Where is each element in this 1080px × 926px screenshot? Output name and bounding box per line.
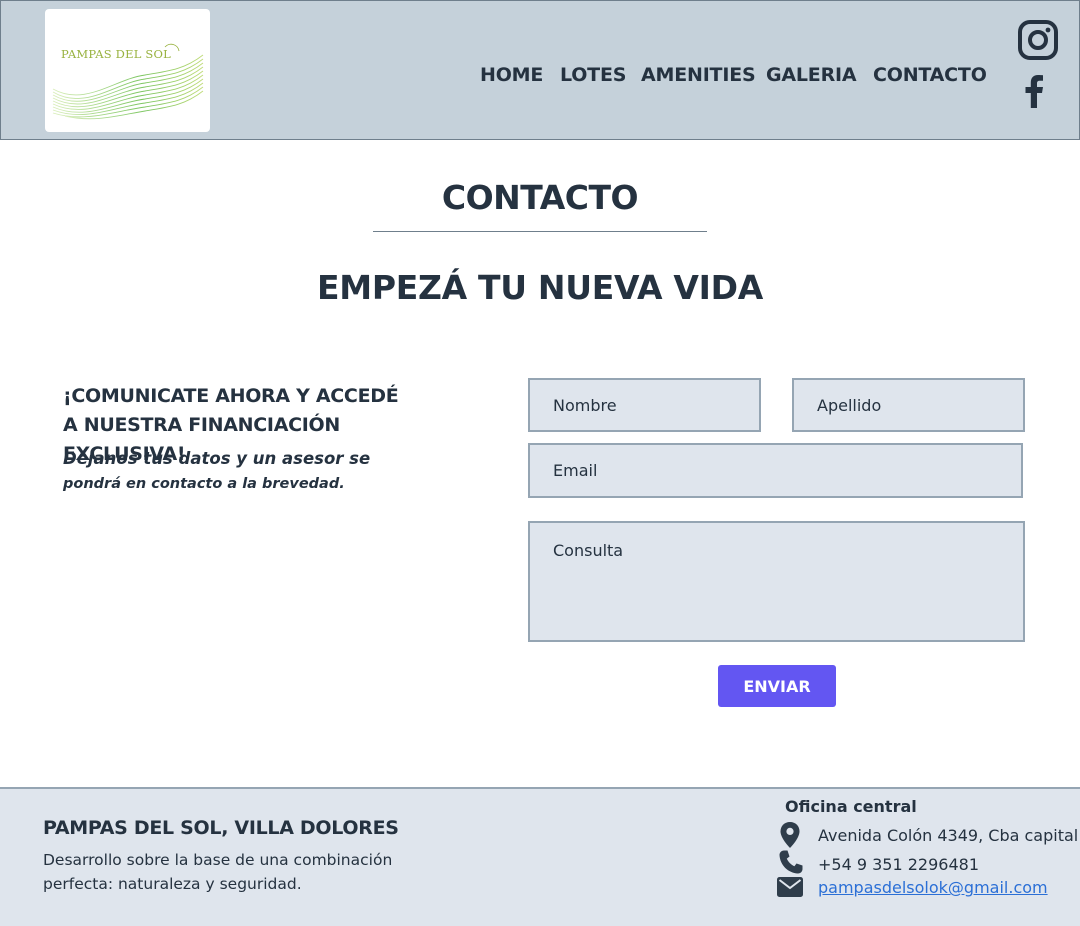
office-title: Oficina central — [785, 797, 917, 816]
office-address: Avenida Colón 4349, Cba capital — [818, 826, 1079, 845]
email-input[interactable] — [528, 443, 1023, 498]
site-logo[interactable]: PAMPAS DEL SOL — [45, 9, 210, 132]
facebook-icon[interactable] — [1022, 74, 1046, 108]
footer-description-line-1: Desarrollo sobre la base de una combinac… — [43, 851, 393, 869]
office-phone[interactable]: +54 9 351 2296481 — [818, 855, 979, 874]
cta-note-line-2: pondrá en contacto a la brevedad. — [63, 476, 345, 492]
logo-wave-graphic — [52, 43, 204, 120]
location-pin-icon — [780, 822, 800, 848]
nav-lotes[interactable]: LOTES — [560, 64, 626, 90]
phone-icon — [779, 850, 803, 874]
nav-amenities[interactable]: AMENITIES — [641, 64, 756, 90]
enviar-button[interactable]: ENVIAR — [718, 665, 836, 707]
consulta-textarea[interactable] — [528, 521, 1025, 642]
footer-description-line-2: perfecta: naturaleza y seguridad. — [43, 875, 302, 893]
nombre-input[interactable] — [528, 378, 761, 432]
footer-title: PAMPAS DEL SOL, VILLA DOLORES — [43, 817, 399, 839]
section-title: CONTACTO — [441, 178, 639, 217]
hero-title: EMPEZÁ TU NUEVA VIDA — [317, 268, 763, 307]
title-divider — [373, 231, 707, 232]
logo-text: PAMPAS DEL SOL — [61, 47, 171, 61]
office-email-link[interactable]: pampasdelsolok@gmail.com — [818, 878, 1048, 897]
mail-icon — [777, 877, 803, 897]
apellido-input[interactable] — [792, 378, 1025, 432]
cta-note-line-1: Dejanos tus datos y un asesor se — [63, 449, 371, 468]
nav-contacto[interactable]: CONTACTO — [873, 64, 987, 90]
cta-line-1: ¡COMUNICATE AHORA Y ACCEDÉ — [63, 385, 399, 407]
footer-description: Desarrollo sobre la base de una combinac… — [43, 848, 423, 896]
nav-galeria[interactable]: GALERIA — [766, 64, 857, 90]
instagram-icon[interactable] — [1018, 20, 1058, 60]
nav-home[interactable]: HOME — [480, 64, 543, 90]
